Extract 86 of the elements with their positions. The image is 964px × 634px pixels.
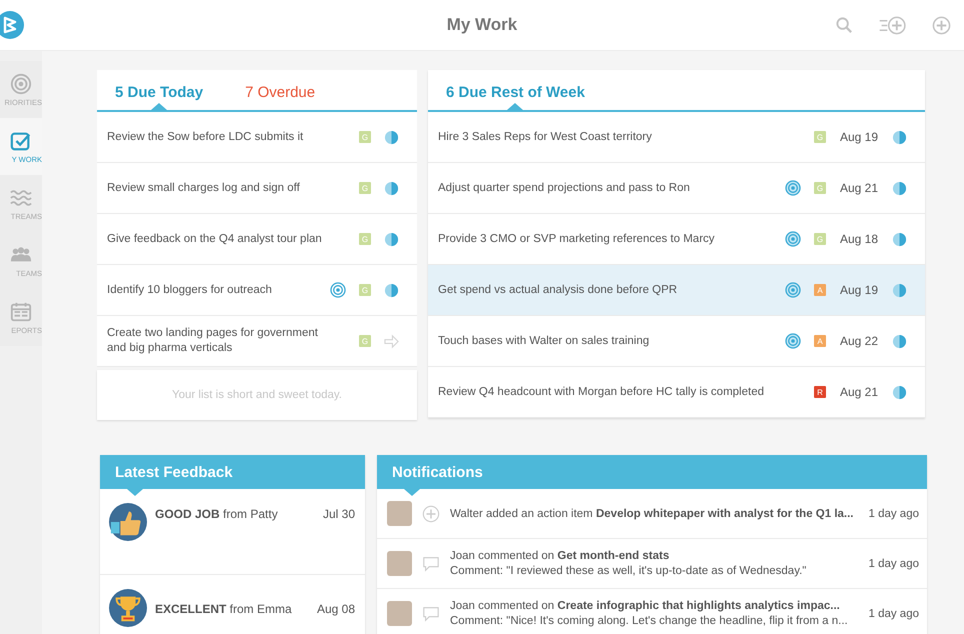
status-tag: G xyxy=(814,233,826,245)
status-tag: G xyxy=(359,335,371,347)
arrow-icon[interactable] xyxy=(384,334,399,348)
status-tag: G xyxy=(814,182,826,194)
feedback-row[interactable]: GOOD JOB from Patty Jul 30 xyxy=(100,489,365,575)
feedback-title: Latest Feedback xyxy=(115,464,233,480)
status-tag: G xyxy=(359,284,371,296)
due-date: Aug 21 xyxy=(839,385,879,399)
calendar-icon xyxy=(10,300,32,322)
task-row[interactable]: Touch bases with Walter on sales training A Aug 22 xyxy=(428,316,925,367)
task-text: Get spend vs actual analysis done before QPR xyxy=(438,282,678,298)
comment-text: Comment: "Nice! It's coming along. Let's change the headline, flip it from a n... xyxy=(450,615,849,627)
comment-icon xyxy=(422,604,440,622)
empty-note: Your list is short and sweet today. xyxy=(97,370,417,420)
due-date: Aug 19 xyxy=(839,283,879,297)
notification-time: 1 day ago xyxy=(868,608,919,620)
status-tag: A xyxy=(814,284,826,296)
status-tag: G xyxy=(359,233,371,245)
comment-text: Comment: "I reviewed these as well, it's up-to-date as of Wednesday." xyxy=(450,565,808,577)
due-date: Aug 21 xyxy=(839,181,879,195)
page-title: My Work xyxy=(446,15,518,35)
half-circle-icon[interactable] xyxy=(892,180,907,196)
task-row[interactable]: Give feedback on the Q4 analyst tour plan G xyxy=(97,214,417,265)
search-icon[interactable] xyxy=(835,16,854,34)
target-icon xyxy=(10,72,32,94)
task-row[interactable]: Adjust quarter spend projections and pass to Ron G Aug 21 xyxy=(428,163,925,214)
notifications-title: Notifications xyxy=(392,464,483,480)
status-tag: G xyxy=(359,182,371,194)
avatar-photo-placeholder xyxy=(387,501,412,526)
task-row[interactable]: Review small charges log and sign off G xyxy=(97,163,417,214)
feedback-row[interactable]: EXCELLENT from Emma Aug 08 xyxy=(100,575,365,634)
status-tag: G xyxy=(359,131,371,143)
comment-icon xyxy=(422,554,440,572)
task-row[interactable]: Identify 10 bloggers for outreach G xyxy=(97,265,417,316)
add-icon[interactable] xyxy=(932,16,951,34)
thumbs-up-icon xyxy=(109,503,147,541)
due-date: Aug 22 xyxy=(839,334,879,348)
feedback-text: EXCELLENT from Emma xyxy=(155,601,293,616)
notification-time: 1 day ago xyxy=(868,508,919,520)
status-tag: R xyxy=(814,386,826,398)
due-date: Aug 18 xyxy=(839,232,879,246)
task-row[interactable]: Review the Sow before LDC submits it G xyxy=(97,112,417,163)
task-row[interactable]: Create two landing pages for government and big pharma verticals G xyxy=(97,316,417,367)
due-date: Aug 19 xyxy=(839,130,879,144)
task-row[interactable]: Hire 3 Sales Reps for West Coast territory G Aug 19 xyxy=(428,112,925,163)
half-circle-icon[interactable] xyxy=(892,334,907,348)
trophy-icon xyxy=(109,589,147,627)
task-row[interactable]: Review Q4 headcount with Morgan before HC tally is completed R Aug 21 xyxy=(428,367,925,418)
add-icon xyxy=(422,504,440,522)
notification-row[interactable]: Joan commented on Get month-end stats Comment: "I reviewed these as well, it's up-to-date as of Wednesday." 1 day ago xyxy=(377,539,927,589)
notification-text: Walter added an action item Develop whitepaper with analyst for the Q1 la... xyxy=(450,508,855,520)
checkbox-icon xyxy=(10,130,32,152)
avatar-photo-placeholder xyxy=(387,601,412,626)
task-text: Provide 3 CMO or SVP marketing references to Marcy xyxy=(438,232,716,246)
task-text: Touch bases with Walter on sales training xyxy=(438,334,650,348)
half-circle-icon[interactable] xyxy=(384,232,399,246)
notification-row[interactable]: Walter added an action item Develop whitepaper with analyst for the Q1 la... 1 day ago xyxy=(377,489,927,539)
notification-text: Joan commented on Create infographic that highlights analytics impac... xyxy=(450,600,841,612)
half-circle-icon[interactable] xyxy=(384,180,399,196)
task-text: Identify 10 bloggers for outreach xyxy=(107,282,273,298)
half-circle-icon[interactable] xyxy=(892,232,907,246)
task-text: Review small charges log and sign off xyxy=(107,180,301,196)
list-add-icon[interactable] xyxy=(878,16,908,34)
feedback-text: GOOD JOB from Patty xyxy=(155,506,279,521)
task-text: Give feedback on the Q4 analyst tour plan xyxy=(107,232,322,246)
half-circle-icon[interactable] xyxy=(892,130,907,144)
task-row[interactable]: Get spend vs actual analysis done before QPR A Aug 19 xyxy=(428,265,925,316)
notification-row[interactable]: Joan commented on Create infographic that highlights analytics impac... Comment: "Nice! It's coming along. Let's change the headline, flip it from a n... 1 day ago xyxy=(377,589,927,634)
avatar-photo-placeholder xyxy=(387,551,412,576)
feedback-date: Aug 08 xyxy=(316,601,355,616)
status-tag: G xyxy=(814,131,826,143)
status-tag: A xyxy=(814,335,826,347)
feedback-date: Jul 30 xyxy=(322,506,355,521)
half-circle-icon[interactable] xyxy=(384,130,399,144)
half-circle-icon[interactable] xyxy=(384,282,399,298)
task-text: Adjust quarter spend projections and pass to Ron xyxy=(438,180,691,196)
task-text: Create two landing pages for government and big pharma verticals xyxy=(107,326,319,356)
notification-text: Joan commented on Get month-end stats xyxy=(450,550,670,562)
tab[interactable]: 7 Overdue xyxy=(245,70,316,110)
half-circle-icon[interactable] xyxy=(892,282,907,298)
half-circle-icon[interactable] xyxy=(892,384,907,400)
task-text: Review Q4 headcount with Morgan before HC tally is completed xyxy=(438,384,765,400)
task-row[interactable]: Provide 3 CMO or SVP marketing references to Marcy G Aug 18 xyxy=(428,214,925,265)
task-text: Review the Sow before LDC submits it xyxy=(107,130,304,144)
task-text: Hire 3 Sales Reps for West Coast territory xyxy=(438,130,653,144)
notification-time: 1 day ago xyxy=(868,558,919,570)
